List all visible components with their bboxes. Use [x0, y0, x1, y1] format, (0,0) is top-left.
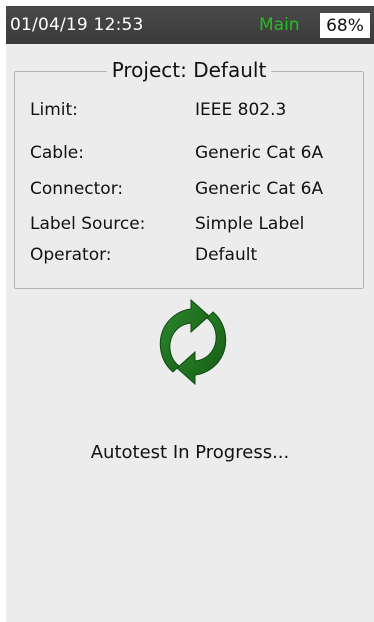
operator-label: Operator: — [30, 245, 112, 265]
refresh-icon — [159, 298, 227, 386]
status-mode[interactable]: Main — [259, 15, 300, 35]
status-datetime: 01/04/19 12:53 — [10, 15, 144, 35]
battery-indicator: 68% — [320, 13, 370, 38]
project-panel[interactable]: Project: Default Limit: IEEE 802.3 Cable… — [14, 58, 364, 289]
project-title: Project: Default — [15, 58, 363, 82]
label-source-value: Simple Label — [195, 214, 305, 234]
cable-label: Cable: — [30, 143, 84, 163]
label-source-label: Label Source: — [30, 214, 146, 234]
cable-value: Generic Cat 6A — [195, 143, 324, 163]
status-bar: 01/04/19 12:53 Main 68% — [6, 6, 374, 44]
connector-value: Generic Cat 6A — [195, 179, 324, 199]
limit-value: IEEE 802.3 — [195, 100, 287, 120]
progress-message: Autotest In Progress... — [90, 442, 290, 463]
operator-value: Default — [195, 245, 258, 265]
connector-label: Connector: — [30, 179, 124, 199]
limit-label: Limit: — [30, 100, 78, 120]
device-screen: 01/04/19 12:53 Main 68% Project: Default… — [6, 6, 374, 622]
